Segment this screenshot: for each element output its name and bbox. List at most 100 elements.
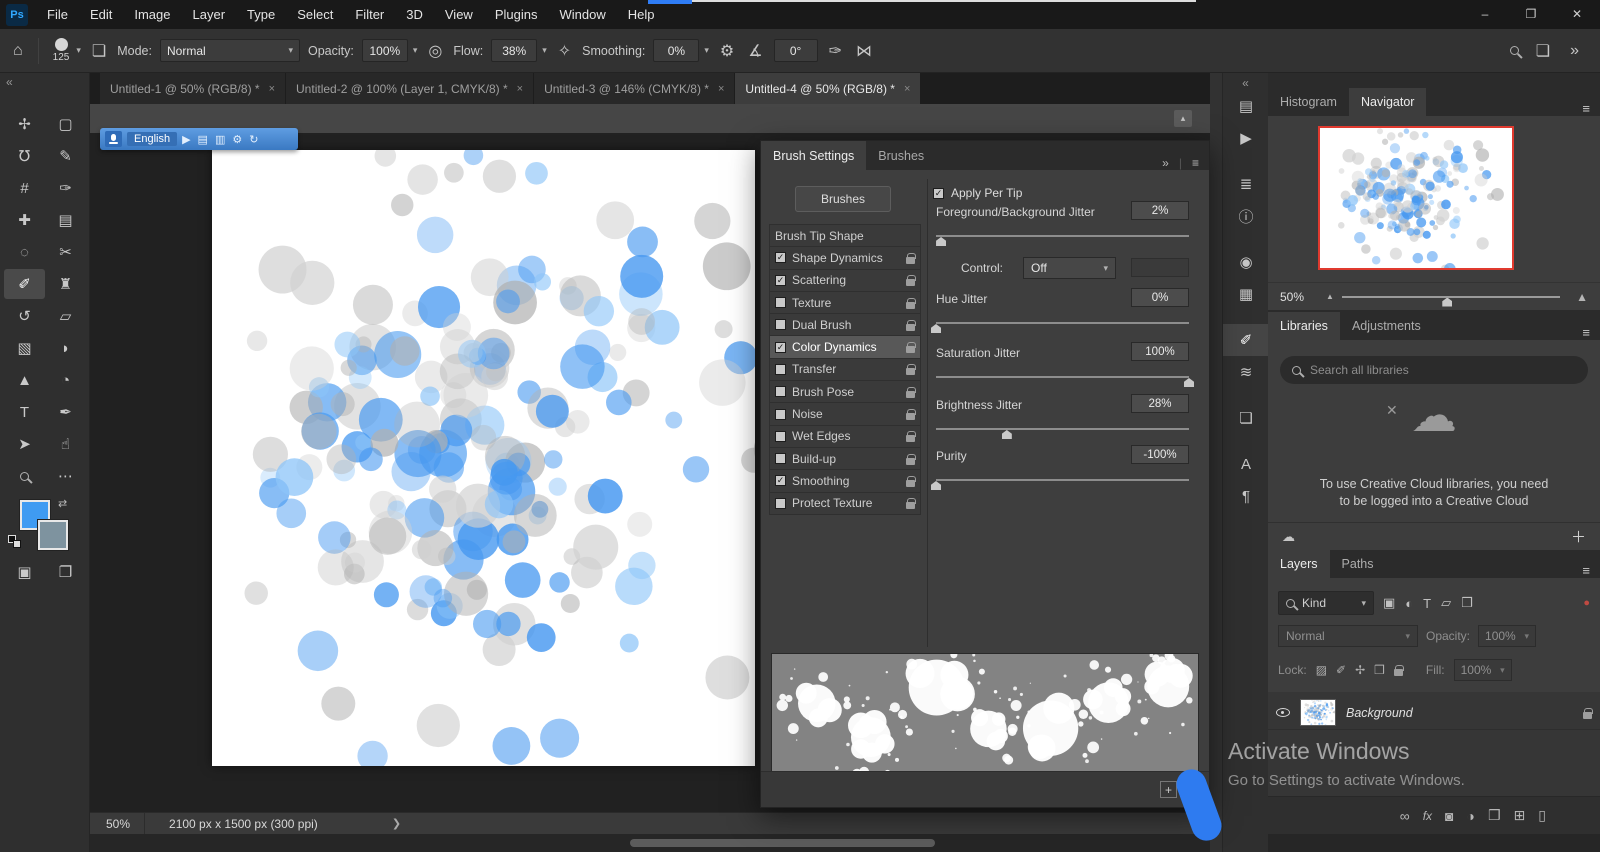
slider-thumb[interactable]: [936, 237, 947, 246]
link-layers-icon[interactable]: ∞: [1400, 808, 1410, 824]
tab-layers[interactable]: Layers: [1268, 550, 1330, 578]
checkbox[interactable]: [775, 363, 786, 375]
restore-button[interactable]: ❐: [1508, 0, 1554, 29]
lock-icon[interactable]: [906, 275, 916, 287]
layer-row-background[interactable]: Background: [1268, 696, 1600, 730]
collapse-band-icon[interactable]: ▴: [1174, 110, 1192, 127]
brush-option-protect-texture[interactable]: Protect Texture: [769, 491, 921, 515]
brush-tool[interactable]: ✐: [4, 269, 45, 299]
menu-edit[interactable]: Edit: [79, 0, 123, 29]
hue-jitter-value[interactable]: 0%: [1131, 288, 1189, 307]
quick-mask-mode[interactable]: ▣: [4, 559, 45, 585]
path-selection-tool[interactable]: ➤: [4, 429, 45, 459]
toggle-brush-panel-icon[interactable]: ❏: [89, 41, 109, 61]
mode-select[interactable]: Normal ▾: [159, 39, 300, 62]
menu-filter[interactable]: Filter: [344, 0, 395, 29]
document-tab-untitled-2[interactable]: Untitled-2 @ 100% (Layer 1, CMYK/8) * ×: [286, 73, 534, 104]
status-chevron-icon[interactable]: ❯: [332, 817, 401, 830]
slider-track[interactable]: [931, 322, 1189, 333]
panel-menu-icon[interactable]: ≡: [1582, 325, 1600, 340]
slider-track[interactable]: [936, 235, 1189, 246]
healing-brush-tool[interactable]: ✚: [4, 205, 45, 235]
lock-icon[interactable]: [906, 475, 916, 487]
layer-style-icon[interactable]: fx: [1423, 809, 1432, 823]
edit-toolbar[interactable]: ⋯: [45, 461, 86, 491]
swatches-panel-icon[interactable]: ▦: [1223, 278, 1269, 310]
navigator-preview[interactable]: [1304, 126, 1514, 275]
chevron-down-icon[interactable]: ▾: [413, 45, 418, 56]
slider-thumb[interactable]: [1001, 430, 1012, 439]
filter-toggle-icon[interactable]: ●: [1583, 597, 1590, 609]
zoom-in-icon[interactable]: ▲: [1576, 290, 1588, 304]
info-panel-icon[interactable]: ⓘ: [1223, 200, 1269, 232]
background-color-swatch[interactable]: [38, 520, 68, 550]
expand-panels-icon[interactable]: «: [1223, 73, 1268, 90]
lock-paint-icon[interactable]: ✐: [1336, 663, 1346, 677]
menu-layer[interactable]: Layer: [182, 0, 237, 29]
lock-icon[interactable]: [906, 431, 916, 443]
chevron-down-icon[interactable]: ▾: [542, 45, 547, 56]
character-panel-icon[interactable]: A: [1223, 448, 1269, 480]
tab-libraries[interactable]: Libraries: [1268, 312, 1340, 340]
brush-settings-panel-icon[interactable]: ✐: [1223, 324, 1269, 356]
canvas[interactable]: [133, 145, 800, 812]
navigator-zoom-slider[interactable]: [1341, 295, 1561, 307]
lock-icon[interactable]: [906, 342, 916, 354]
libraries-search-input[interactable]: Search all libraries: [1280, 356, 1588, 384]
adjustments-panel-icon[interactable]: ≣: [1223, 168, 1269, 200]
saturation-jitter-value[interactable]: 100%: [1131, 342, 1189, 361]
zoom-out-icon[interactable]: ▲: [1326, 292, 1334, 301]
add-library-icon[interactable]: ＋: [1571, 526, 1586, 547]
brush-option-brush-pose[interactable]: Brush Pose: [769, 380, 921, 404]
brush-option-build-up[interactable]: Build-up: [769, 446, 921, 471]
patch-tool[interactable]: ▤: [45, 205, 86, 235]
brush-angle-input[interactable]: 0°: [773, 39, 818, 62]
brush-option-wet-edges[interactable]: Wet Edges: [769, 424, 921, 448]
zoom-tool[interactable]: [4, 461, 45, 491]
smoothing-input[interactable]: 0%: [653, 39, 700, 62]
horizontal-scrollbar[interactable]: [630, 839, 935, 847]
move-tool[interactable]: ✢: [4, 109, 45, 139]
lock-artboard-icon[interactable]: ❒: [1374, 663, 1385, 677]
paragraph-panel-icon[interactable]: ¶: [1223, 480, 1269, 512]
search-icon[interactable]: [1509, 46, 1519, 55]
checkbox[interactable]: [775, 453, 786, 465]
hand-tool[interactable]: ☝: [45, 429, 86, 459]
checkbox[interactable]: [775, 386, 786, 398]
lock-icon[interactable]: [906, 409, 916, 421]
frame-tool[interactable]: ◌: [4, 237, 45, 267]
brush-option-shape-dynamics[interactable]: ✓ Shape Dynamics: [769, 246, 921, 270]
eraser-tool[interactable]: ▱: [45, 301, 86, 331]
brush-option-scattering[interactable]: ✓ Scattering: [769, 268, 921, 292]
shape-tool[interactable]: ▲: [4, 365, 45, 395]
lock-icon[interactable]: [906, 297, 916, 309]
slider-thumb[interactable]: [931, 481, 941, 490]
tab-navigator[interactable]: Navigator: [1348, 88, 1427, 116]
layer-name[interactable]: Background: [1346, 706, 1573, 720]
screen-mode[interactable]: ❐: [45, 559, 86, 585]
brush-option-smoothing[interactable]: ✓ Smoothing: [769, 469, 921, 493]
layer-filter-kind-dropdown[interactable]: Kind ▾: [1278, 591, 1374, 615]
lock-all-icon[interactable]: [1393, 665, 1404, 676]
close-button[interactable]: ✕: [1554, 0, 1600, 29]
tab-histogram[interactable]: Histogram: [1268, 88, 1349, 116]
checkbox[interactable]: [775, 319, 786, 331]
menu-type[interactable]: Type: [236, 0, 286, 29]
panel-overflow-icon[interactable]: »: [1162, 156, 1169, 170]
pressure-size-icon[interactable]: ✑: [826, 41, 845, 61]
new-group-icon[interactable]: ❒: [1488, 807, 1501, 824]
brightness-jitter-value[interactable]: 28%: [1131, 394, 1189, 413]
slider-track[interactable]: [931, 479, 1189, 490]
menu-plugins[interactable]: Plugins: [484, 0, 549, 29]
refresh-icon[interactable]: ↻: [249, 133, 258, 146]
slider-track[interactable]: [936, 428, 1189, 439]
crop-tool[interactable]: #: [4, 173, 45, 203]
blend-mode-dropdown[interactable]: Normal ▾: [1278, 625, 1418, 647]
new-layer-icon[interactable]: ⊞: [1514, 807, 1526, 824]
tab-paths[interactable]: Paths: [1330, 550, 1386, 578]
menu-file[interactable]: File: [36, 0, 79, 29]
minimize-button[interactable]: –: [1462, 0, 1508, 29]
layer-fill-input[interactable]: 100% ▾: [1453, 659, 1512, 681]
gradient-tool[interactable]: ▧: [4, 333, 45, 363]
brushes-panel-icon[interactable]: ≋: [1223, 356, 1269, 388]
